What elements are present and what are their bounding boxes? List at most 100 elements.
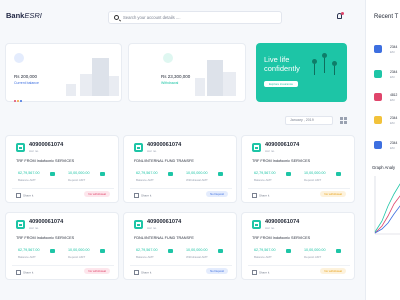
search-input[interactable] xyxy=(123,12,278,23)
balance-amount: 62,79,567.00 xyxy=(18,248,40,252)
account-number: 40900061074 xyxy=(29,219,64,225)
transaction-icon xyxy=(374,93,382,101)
withdrawal-amount: Rs 23,300,000 xyxy=(161,74,191,79)
status-badge: No withdrawal xyxy=(320,268,346,274)
wallet-icon xyxy=(218,172,223,176)
transaction-icon xyxy=(374,45,382,53)
share-link[interactable]: Share it xyxy=(134,193,151,198)
balance-amount: 62,79,567.00 xyxy=(136,248,158,252)
wallet-icon xyxy=(14,53,24,63)
graph-analysis-chart xyxy=(374,176,400,235)
account-card[interactable]: 40900061074 Acc no. TRF FROM Indofocnic … xyxy=(5,212,119,280)
bank-icon xyxy=(252,220,261,229)
card-dots[interactable] xyxy=(14,89,23,107)
transfer-text: TRF FROM Indofocnic SERVICES xyxy=(252,236,311,240)
divider xyxy=(248,188,350,189)
wallet-icon xyxy=(100,172,105,176)
account-number: 40900061074 xyxy=(147,142,182,148)
account-card[interactable]: 40900061074 Acc no. TRF FROM Indofocnic … xyxy=(241,135,355,203)
withdrawal-amount: 10,00,000.00 xyxy=(186,248,208,252)
wallet-icon xyxy=(286,172,291,176)
bank-icon xyxy=(16,143,25,152)
search-icon xyxy=(114,15,119,20)
balance-amt-label: Balance AMT xyxy=(136,255,154,259)
wallet-icon xyxy=(50,172,55,176)
balance-amt-label: Balance AMT xyxy=(254,178,272,182)
bank-icon xyxy=(134,220,143,229)
share-link[interactable]: Share it xyxy=(16,193,33,198)
account-label: Acc no. xyxy=(265,149,276,153)
share-link[interactable]: Share it xyxy=(252,270,269,275)
transaction-icon xyxy=(374,70,382,78)
graph-analysis-title: Graph Analy xyxy=(372,165,396,170)
deposit-amt-label: Deposit AMT xyxy=(68,178,86,182)
transfer-text: TRF FROM Indofocnic SERVICES xyxy=(252,159,311,163)
account-card[interactable]: 40900061074 Acc no. FDNL/INTERNAL FUND T… xyxy=(123,212,237,280)
withdrawal-amount: 10,00,000.00 xyxy=(186,171,208,175)
deposit-amount: 10,00,000.00 xyxy=(304,171,326,175)
app-logo[interactable]: BankESRI xyxy=(6,11,42,20)
explore-insurance-button[interactable]: Explore insurance xyxy=(264,81,298,87)
wallet-icon xyxy=(50,249,55,253)
bank-icon xyxy=(252,143,261,152)
wallet-icon xyxy=(286,249,291,253)
transfer-text: TRF FROM Indofocnic SERVICES xyxy=(16,159,75,163)
status-badge: No Deposit xyxy=(206,191,228,197)
status-badge: No withdrawal xyxy=(320,191,346,197)
building-illustration xyxy=(92,58,109,96)
main-panel: BankESRI Rs 200,000 Current balance Rs 2… xyxy=(0,0,365,300)
balance-amt-label: Balance AMT xyxy=(18,255,36,259)
account-number: 40900061074 xyxy=(265,219,300,225)
balance-card-current[interactable]: Rs 200,000 Current balance xyxy=(5,43,122,102)
withdrawal-label: Withdrawal xyxy=(161,81,179,85)
balance-amt-label: Balance AMT xyxy=(254,255,272,259)
balance-card-withdrawal[interactable]: Rs 23,300,000 Withdrawal xyxy=(128,43,246,102)
transfer-text: FDNL/INTERNAL FUND TRANSFE xyxy=(134,159,194,163)
deposit-amount: 10,00,000.00 xyxy=(68,248,90,252)
share-link[interactable]: Share it xyxy=(16,270,33,275)
building-illustration xyxy=(207,60,223,96)
account-label: Acc no. xyxy=(147,226,158,230)
wallet-icon xyxy=(100,249,105,253)
transfer-text: FDNL/INTERNAL FUND TRANSFE xyxy=(134,236,194,240)
wallet-icon xyxy=(168,249,173,253)
account-label: Acc no. xyxy=(265,226,276,230)
search-bar[interactable] xyxy=(108,11,282,24)
account-label: Acc no. xyxy=(147,149,158,153)
share-link[interactable]: Share it xyxy=(134,270,151,275)
balance-amount: 62,79,567.00 xyxy=(18,171,40,175)
date-filter[interactable]: January , 2019 xyxy=(285,116,333,125)
deposit-amt-label: Deposit AMT xyxy=(68,255,86,259)
withdrawal-amt-label: Withdrawal AMT xyxy=(186,178,208,182)
account-number: 40900061074 xyxy=(265,142,300,148)
share-link[interactable]: Share it xyxy=(252,193,269,198)
divider xyxy=(130,265,232,266)
balance-amount: 62,79,567.00 xyxy=(254,171,276,175)
status-badge: No Deposit xyxy=(206,268,228,274)
wallet-icon xyxy=(336,172,341,176)
promo-title: Live life confidently xyxy=(264,55,300,73)
status-badge: No withdrawal xyxy=(84,191,110,197)
notification-dot xyxy=(341,12,344,15)
promo-card[interactable]: Live life confidently Explore insurance xyxy=(256,43,347,102)
account-number: 40900061074 xyxy=(29,142,64,148)
account-card[interactable]: 40900061074 Acc no. TRF FROM Indofocnic … xyxy=(5,135,119,203)
transfer-text: TRF FROM Indofocnic SERVICES xyxy=(16,236,75,240)
bank-icon xyxy=(16,220,25,229)
wallet-icon xyxy=(336,249,341,253)
recent-transactions-panel: Recent T 2344 EM 2344 EM 4812 EM 2344 EM… xyxy=(365,0,400,300)
divider xyxy=(12,188,114,189)
wallet-icon xyxy=(218,249,223,253)
wallet-icon xyxy=(168,172,173,176)
deposit-amt-label: Deposit AMT xyxy=(304,255,322,259)
balance-label: Current balance xyxy=(14,81,39,85)
transaction-icon xyxy=(374,116,382,124)
divider xyxy=(248,265,350,266)
account-card[interactable]: 40900061074 Acc no. FDNL/INTERNAL FUND T… xyxy=(123,135,237,203)
grid-view-icon[interactable] xyxy=(340,117,347,124)
deposit-amount: 10,00,000.00 xyxy=(304,248,326,252)
account-card[interactable]: 40900061074 Acc no. TRF FROM Indofocnic … xyxy=(241,212,355,280)
balance-amount: 62,79,567.00 xyxy=(136,171,158,175)
balance-amount: Rs 200,000 xyxy=(14,74,38,79)
deposit-amt-label: Deposit AMT xyxy=(304,178,322,182)
